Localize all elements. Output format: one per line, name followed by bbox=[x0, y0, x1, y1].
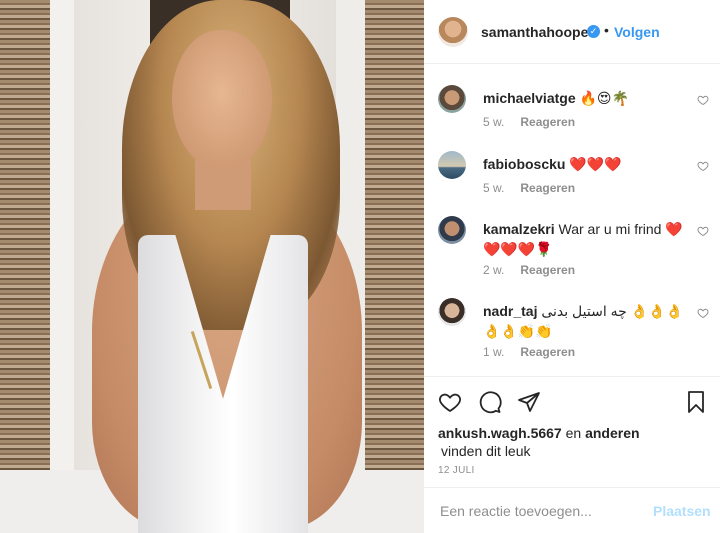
wicker-wall-right bbox=[365, 0, 424, 533]
likes-connector: en bbox=[561, 425, 586, 441]
comment-icon[interactable] bbox=[478, 390, 502, 414]
comment-body: ❤️❤️❤️ bbox=[565, 156, 622, 172]
comment-like-heart-icon[interactable] bbox=[697, 225, 709, 237]
comment-username[interactable]: michaelviatge bbox=[483, 90, 576, 106]
comment-input-row: Plaatsen bbox=[424, 487, 720, 533]
comment-text: nadr_taj چه استیل بدنی 👌👌👌👌👌👏👏 bbox=[483, 301, 693, 341]
author-avatar[interactable] bbox=[438, 17, 468, 47]
heart-icon[interactable] bbox=[438, 390, 462, 414]
commenter-avatar[interactable] bbox=[438, 151, 466, 179]
comment-username[interactable]: fabioboscku bbox=[483, 156, 565, 172]
reply-button[interactable]: Reageren bbox=[520, 181, 575, 195]
comment-input[interactable] bbox=[440, 499, 640, 523]
comment-text: kamalzekri War ar u mi frind ❤️❤️❤️❤️🌹 bbox=[483, 219, 693, 259]
comment-meta: 5 w. Reageren bbox=[483, 181, 575, 195]
comment-username[interactable]: nadr_taj bbox=[483, 303, 537, 319]
post-header: samanthahoopes ✓ • Volgen bbox=[424, 0, 720, 64]
comment-body: 🔥😍🌴 bbox=[575, 90, 629, 106]
commenter-avatar[interactable] bbox=[438, 216, 466, 244]
commenter-avatar[interactable] bbox=[438, 85, 466, 113]
comment-like-heart-icon[interactable] bbox=[697, 307, 709, 319]
comment-time[interactable]: 5 w. bbox=[483, 181, 504, 195]
likes-others-link[interactable]: anderen bbox=[585, 425, 639, 441]
comment-like-heart-icon[interactable] bbox=[697, 94, 709, 106]
person-face bbox=[172, 30, 272, 170]
reply-button[interactable]: Reageren bbox=[520, 263, 575, 277]
reply-button[interactable]: Reageren bbox=[520, 115, 575, 129]
header-separator: • bbox=[604, 22, 609, 38]
reply-button[interactable]: Reageren bbox=[520, 345, 575, 359]
comment-meta: 1 w. Reageren bbox=[483, 345, 575, 359]
likes-summary: ankush.wagh.5667 en anderen bbox=[438, 425, 640, 441]
liker-username[interactable]: ankush.wagh.5667 bbox=[438, 425, 562, 441]
post-comment-button[interactable]: Plaatsen bbox=[653, 503, 711, 519]
comment-like-heart-icon[interactable] bbox=[697, 160, 709, 172]
comment-text: fabioboscku ❤️❤️❤️ bbox=[483, 154, 693, 174]
comment-meta: 5 w. Reageren bbox=[483, 115, 575, 129]
bookmark-icon[interactable] bbox=[684, 390, 708, 414]
post-photo[interactable] bbox=[0, 0, 424, 533]
post-side-panel: samanthahoopes ✓ • Volgen michaelviatge … bbox=[424, 0, 720, 533]
wicker-wall-left bbox=[0, 0, 50, 533]
post-actions: ankush.wagh.5667 en anderen vinden dit l… bbox=[424, 376, 720, 533]
comment-meta: 2 w. Reageren bbox=[483, 263, 575, 277]
comment-text: michaelviatge 🔥😍🌴 bbox=[483, 88, 693, 108]
post-date[interactable]: 12 JULI bbox=[438, 465, 475, 476]
follow-button[interactable]: Volgen bbox=[614, 24, 660, 40]
commenter-avatar[interactable] bbox=[438, 298, 466, 326]
share-icon[interactable] bbox=[517, 390, 541, 414]
likes-suffix: vinden dit leuk bbox=[441, 443, 531, 459]
comment-time[interactable]: 1 w. bbox=[483, 345, 504, 359]
comment-time[interactable]: 2 w. bbox=[483, 263, 504, 277]
verified-badge-icon: ✓ bbox=[587, 25, 600, 38]
comment-username[interactable]: kamalzekri bbox=[483, 221, 555, 237]
author-username[interactable]: samanthahoopes bbox=[481, 24, 596, 40]
door-frame-left bbox=[50, 0, 74, 533]
comment-time[interactable]: 5 w. bbox=[483, 115, 504, 129]
